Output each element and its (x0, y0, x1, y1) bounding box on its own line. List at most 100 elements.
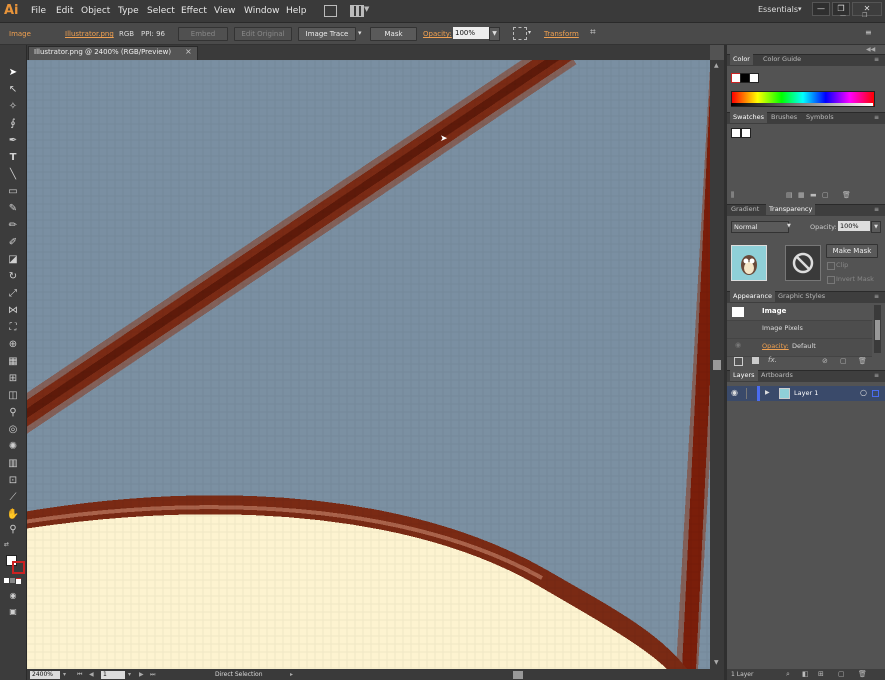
selection-tool-icon[interactable]: ➤ (6, 67, 20, 79)
duplicate-item-icon[interactable]: ▢ (840, 357, 847, 365)
eraser-tool-icon[interactable]: ◪ (6, 254, 20, 266)
tab-swatches[interactable]: Swatches (730, 112, 768, 123)
doc-minimize-button[interactable]: — (840, 12, 846, 19)
tab-graphic-styles[interactable]: Graphic Styles (778, 291, 825, 302)
hand-tool-icon[interactable]: ✋ (6, 509, 20, 521)
menu-object[interactable]: Object (81, 4, 110, 18)
magic-wand-tool-icon[interactable]: ✧ (6, 101, 20, 113)
edit-original-button[interactable]: Edit Original (234, 27, 292, 41)
previous-artboard-icon[interactable]: ◀ (89, 671, 94, 679)
recolor-icon[interactable] (513, 27, 527, 40)
artboard-canvas[interactable] (27, 60, 710, 669)
add-stroke-icon[interactable] (734, 357, 743, 366)
new-swatch-icon[interactable]: ▢ (822, 191, 829, 199)
tab-layers[interactable]: Layers (730, 370, 758, 381)
rectangle-tool-icon[interactable]: ▭ (6, 186, 20, 198)
tab-color-guide[interactable]: Color Guide (763, 54, 801, 65)
chevron-down-icon[interactable]: ▾ (128, 671, 131, 679)
pen-tool-icon[interactable]: ✒ (6, 135, 20, 147)
chevron-down-icon[interactable]: ▾ (798, 5, 802, 13)
image-trace-button[interactable]: Image Trace (298, 27, 356, 41)
color-mode-icon[interactable] (4, 578, 9, 583)
zoom-tool-icon[interactable]: ⚲ (6, 524, 20, 536)
lasso-tool-icon[interactable]: ∮ (6, 118, 20, 130)
chevron-down-icon[interactable]: ▼ (787, 223, 791, 229)
chevron-down-icon[interactable]: ▾ (63, 671, 66, 679)
tab-color[interactable]: Color (730, 54, 753, 65)
menu-file[interactable]: File (31, 4, 46, 18)
none-mode-icon[interactable] (16, 578, 21, 584)
add-fill-icon[interactable] (752, 357, 759, 364)
make-mask-button[interactable]: Make Mask (826, 244, 878, 258)
width-tool-icon[interactable]: ⋈ (6, 305, 20, 317)
clip-checkbox[interactable] (827, 262, 835, 270)
panel-menu-icon[interactable]: ≡ (874, 372, 879, 379)
slice-tool-icon[interactable]: ⟋ (6, 492, 20, 504)
last-artboard-icon[interactable]: ⏭ (150, 671, 155, 679)
line-tool-icon[interactable]: ╲ (6, 169, 20, 181)
vertical-scroll-thumb[interactable] (713, 360, 721, 370)
invert-mask-checkbox[interactable] (827, 276, 835, 284)
panel-menu-icon[interactable]: ≡ (874, 114, 879, 121)
swatch-libraries-icon[interactable]: ⫼ (731, 191, 734, 200)
direct-selection-tool-icon[interactable]: ↖ (6, 84, 20, 96)
chevron-down-icon[interactable]: ▼ (364, 5, 369, 13)
isolate-icon[interactable]: ⌗ (590, 27, 596, 38)
gradient-tool-icon[interactable]: ◫ (6, 390, 20, 402)
panel-menu-icon[interactable]: ≡ (874, 293, 879, 300)
menu-type[interactable]: Type (118, 4, 139, 18)
layer-lock-column[interactable] (746, 388, 747, 399)
arrange-documents-icon[interactable] (350, 5, 364, 17)
scroll-up-icon[interactable]: ▲ (714, 62, 719, 69)
stroke-swatch[interactable] (12, 561, 25, 574)
artboard-number-input[interactable]: 1 (101, 671, 125, 679)
menu-help[interactable]: Help (286, 4, 307, 18)
first-artboard-icon[interactable]: ⏮ (77, 671, 82, 679)
chevron-down-icon[interactable]: ▼ (871, 221, 881, 233)
layer-visibility-eye-icon[interactable]: ◉ (731, 388, 738, 397)
tab-symbols[interactable]: Symbols (806, 112, 834, 123)
white-swatch[interactable] (749, 73, 759, 83)
layer-target-icon[interactable]: ○ (860, 388, 867, 397)
swatch-none[interactable] (731, 128, 741, 138)
locate-object-icon[interactable]: ⌕ (786, 670, 790, 679)
new-color-group-icon[interactable]: ▬ (810, 191, 817, 199)
draw-mode-icon[interactable]: ◉ (6, 590, 20, 602)
menu-select[interactable]: Select (147, 4, 175, 18)
clear-appearance-icon[interactable]: ⊘ (822, 357, 828, 365)
menu-effect[interactable]: Effect (181, 4, 207, 18)
transform-link[interactable]: Transform (544, 29, 579, 39)
perspective-grid-tool-icon[interactable]: ▦ (6, 356, 20, 368)
linked-file-link[interactable]: Illustrator.png (65, 29, 114, 39)
opacity-input[interactable]: 100% (453, 27, 489, 39)
mask-button[interactable]: Mask (370, 27, 417, 41)
control-panel-menu-icon[interactable]: ≡ (865, 28, 872, 37)
go-to-bridge-icon[interactable] (324, 5, 337, 17)
scale-tool-icon[interactable]: ⤢ (6, 288, 20, 300)
delete-item-icon[interactable]: 🗑 (858, 357, 867, 365)
new-layer-icon[interactable]: ▢ (838, 670, 845, 678)
shape-builder-tool-icon[interactable]: ⊕ (6, 339, 20, 351)
artboard-tool-icon[interactable]: ⊡ (6, 475, 20, 487)
swap-fill-stroke-icon[interactable]: ⇄ (4, 541, 9, 548)
collapse-dock-icon[interactable]: ◀◀ (866, 46, 875, 53)
tab-brushes[interactable]: Brushes (771, 112, 797, 123)
visibility-eye-icon[interactable]: ◉ (735, 341, 741, 349)
layer-name[interactable]: Layer 1 (794, 389, 818, 397)
embed-button[interactable]: Embed (178, 27, 228, 41)
workspace-switcher[interactable]: Essentials (758, 5, 798, 14)
opacity-label-link[interactable]: Opacity: (423, 29, 452, 39)
chevron-down-icon[interactable]: ▾ (358, 29, 362, 37)
delete-swatch-icon[interactable]: 🗑 (842, 191, 851, 199)
menu-view[interactable]: View (214, 4, 235, 18)
paintbrush-tool-icon[interactable]: ✎ (6, 203, 20, 215)
swatch-registration[interactable] (741, 128, 751, 138)
grayscale-ramp[interactable] (731, 103, 873, 106)
expand-layer-icon[interactable]: ▶ (765, 389, 770, 396)
tab-transparency[interactable]: Transparency (766, 204, 816, 215)
tab-gradient[interactable]: Gradient (731, 204, 759, 215)
layer-selection-indicator[interactable] (872, 390, 879, 397)
tab-appearance[interactable]: Appearance (730, 291, 776, 302)
chevron-down-icon[interactable]: ▼ (489, 27, 500, 41)
appearance-scroll-thumb[interactable] (875, 320, 880, 340)
